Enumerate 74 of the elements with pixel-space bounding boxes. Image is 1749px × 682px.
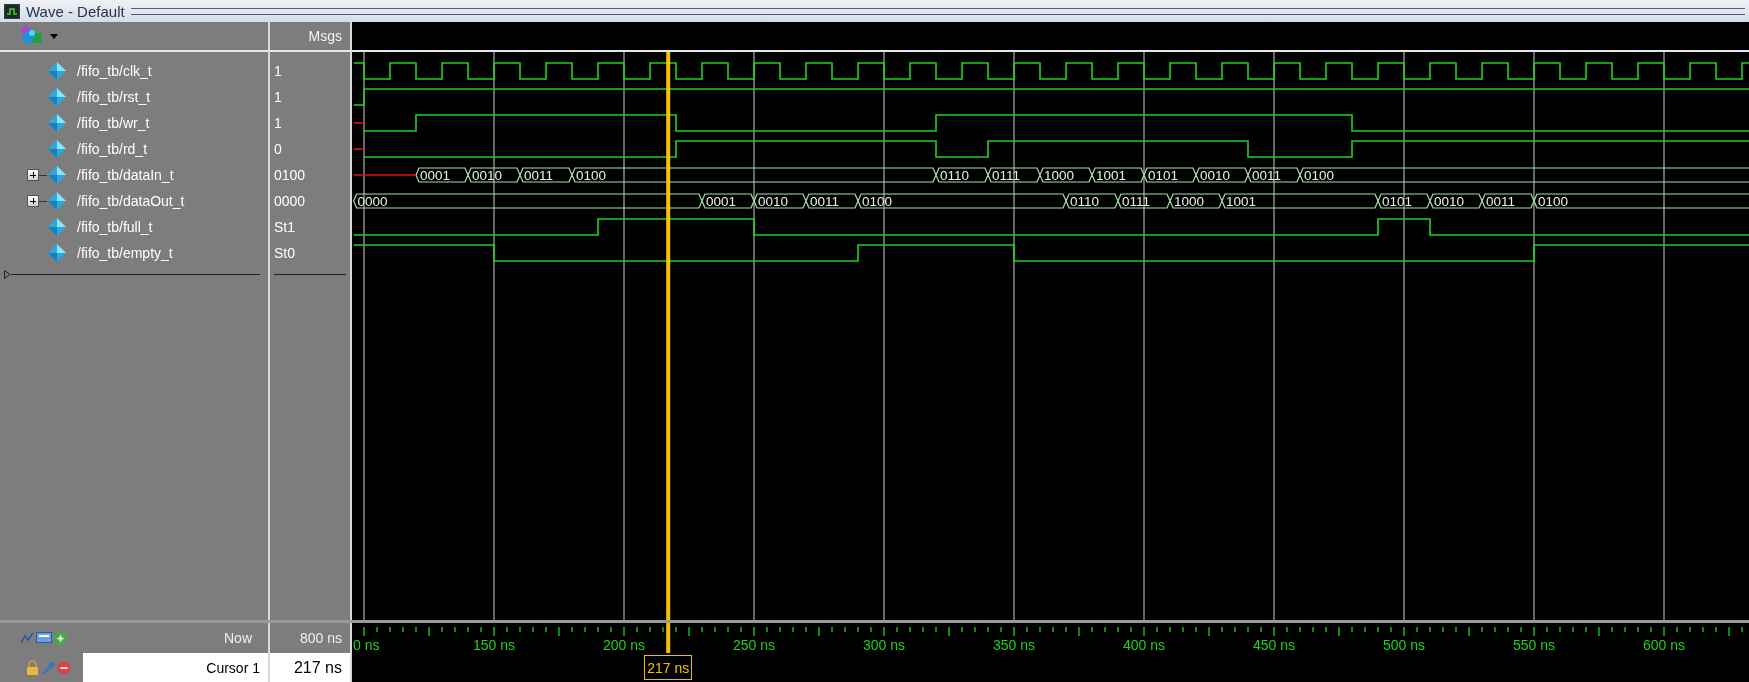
signal-value: 0100 <box>274 167 306 183</box>
time-tick-label: 600 ns <box>1643 637 1685 653</box>
diamond-icon <box>47 217 67 237</box>
bus-value: 1000 <box>1044 168 1075 183</box>
signal-name[interactable]: /fifo_tb/wr_t <box>77 115 150 131</box>
signal-value: 1 <box>274 115 282 131</box>
cursor-time: 217 ns <box>293 658 342 677</box>
bus-value: 0011 <box>1252 168 1282 183</box>
bus-value: 0100 <box>862 194 893 209</box>
bus-value: 0100 <box>1304 168 1335 183</box>
cursor-marker[interactable]: 217 ns <box>644 655 693 680</box>
bus-value: 0110 <box>940 168 970 183</box>
time-tick-label: 550 ns <box>1513 637 1555 653</box>
caret-icon[interactable] <box>50 33 58 39</box>
expand-button[interactable] <box>27 195 39 207</box>
bus-value: 0001 <box>420 168 451 183</box>
column-header: Msgs <box>308 28 342 44</box>
bus-value: 1001 <box>1226 194 1257 209</box>
signal-value: St0 <box>274 245 295 261</box>
signal-name[interactable]: /fifo_tb/clk_t <box>77 63 152 79</box>
bus-value: 0111 <box>992 168 1021 183</box>
signal-value: St1 <box>274 219 295 235</box>
window-title: Wave - Default <box>26 2 125 20</box>
bus-value: 0010 <box>1434 194 1465 209</box>
monitor-icon[interactable] <box>36 631 52 645</box>
bus-value: 0111 <box>1122 194 1151 209</box>
plus-circle-icon[interactable] <box>54 631 67 645</box>
signal-name[interactable]: /fifo_tb/dataIn_t <box>77 167 174 183</box>
diamond-icon <box>47 165 67 185</box>
time-tick-label: 250 ns <box>733 637 775 653</box>
bus-value: 0010 <box>1200 168 1231 183</box>
bus-value: 0000 <box>357 194 388 209</box>
window-icon <box>4 3 20 19</box>
bus-value: 0110 <box>1070 194 1100 209</box>
time-tick-label: 300 ns <box>863 637 905 653</box>
signal-value: 1 <box>274 89 282 105</box>
bus-value: 0011 <box>810 194 840 209</box>
time-tick-label: 150 ns <box>473 637 515 653</box>
bus-value: 0010 <box>758 194 789 209</box>
time-tick-label: 500 ns <box>1383 637 1425 653</box>
bus-value: 1000 <box>1174 194 1205 209</box>
time-tick-label: 400 ns <box>1123 637 1165 653</box>
bus-value: 0011 <box>524 168 554 183</box>
now-time: 800 ns <box>299 630 342 646</box>
time-tick-label: 450 ns <box>1253 637 1295 653</box>
diamond-icon <box>47 191 67 211</box>
signal-name[interactable]: /fifo_tb/rd_t <box>77 141 148 157</box>
bus-value: 0010 <box>472 168 503 183</box>
minus-circle-icon[interactable] <box>57 660 71 675</box>
bus-value: 0011 <box>1486 194 1516 209</box>
diamond-icon <box>47 243 67 263</box>
time-tick-label: 0 ns <box>353 637 380 653</box>
now-label: Now <box>224 630 252 646</box>
signal-value: 0 <box>274 141 282 157</box>
bus-value: 1001 <box>1096 168 1127 183</box>
signal-name[interactable]: /fifo_tb/full_t <box>77 219 153 235</box>
bus-value: 0100 <box>576 168 607 183</box>
signal-value: 1 <box>274 63 282 79</box>
diamond-icon <box>47 61 67 81</box>
time-tick-label: 350 ns <box>993 637 1035 653</box>
signal-name[interactable]: /fifo_tb/empty_t <box>77 245 173 261</box>
bus-value: 0101 <box>1148 168 1179 183</box>
bus-value: 0001 <box>706 194 737 209</box>
diamond-icon <box>47 139 67 159</box>
bus-value: 0100 <box>1538 194 1569 209</box>
expand-button[interactable] <box>27 169 39 181</box>
signal-name[interactable]: /fifo_tb/dataOut_t <box>77 193 185 209</box>
diamond-icon <box>47 113 67 133</box>
signal-name[interactable]: /fifo_tb/rst_t <box>77 89 151 105</box>
bus-value: 0101 <box>1382 194 1413 209</box>
cursor-name[interactable]: Cursor 1 <box>206 659 260 676</box>
signal-value: 0000 <box>274 193 306 209</box>
diamond-icon <box>47 87 67 107</box>
time-tick-label: 200 ns <box>603 637 645 653</box>
